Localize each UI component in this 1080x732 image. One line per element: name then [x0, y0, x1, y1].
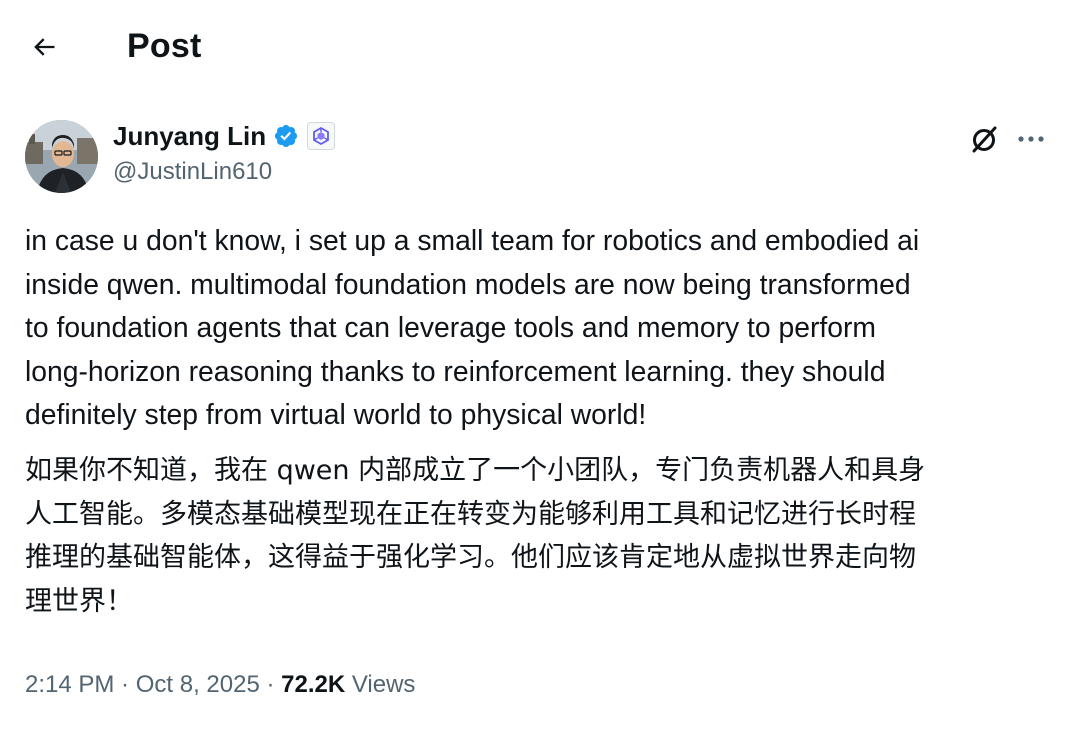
- grok-icon: [972, 126, 997, 153]
- separator: ·: [114, 671, 136, 698]
- tweet-line: definitely step from virtual world to ph…: [25, 398, 647, 430]
- display-name[interactable]: Junyang Lin: [113, 119, 266, 153]
- more-horizontal-icon: [1018, 136, 1044, 142]
- views-label: Views: [351, 671, 416, 698]
- separator: ·: [259, 671, 282, 698]
- tweet-line: in case u don't know, i set up a small t…: [25, 224, 920, 256]
- tweet-line: 如果你不知道，我在 qwen 内部成立了一个小团队，专门负责机器人和具身: [25, 455, 926, 486]
- back-button[interactable]: [22, 27, 66, 67]
- user-handle[interactable]: @JustinLin610: [113, 155, 272, 189]
- grok-button[interactable]: [967, 121, 1003, 157]
- author-block: Junyang Lin @JustinLin610: [25, 115, 1055, 195]
- tweet-text-english: in case u don't know, i set up a small t…: [25, 219, 1065, 437]
- tweet-line: long-horizon reasoning thanks to reinfor…: [25, 354, 886, 387]
- name-row: Junyang Lin: [113, 119, 336, 153]
- post-metadata: 2:14 PM · Oct 8, 2025 · 72.2K Views: [25, 667, 415, 703]
- views-count[interactable]: 72.2K: [281, 671, 345, 698]
- tweet-text-chinese: 如果你不知道，我在 qwen 内部成立了一个小团队，专门负责机器人和具身 人工智…: [25, 449, 1065, 623]
- tweet-line: 人工智能。多模态基础模型现在正在转变为能够利用工具和记忆进行长时程: [25, 498, 916, 530]
- verified-badge-icon[interactable]: [273, 123, 299, 149]
- top-bar: Post: [0, 0, 1080, 94]
- more-button[interactable]: [1011, 121, 1051, 157]
- tweet-line: 理世界！: [25, 585, 133, 617]
- page-title: Post: [127, 27, 202, 65]
- tweet-line: inside qwen. multimodal foundation model…: [25, 267, 911, 300]
- tweet-line: to foundation agents that can leverage t…: [25, 311, 876, 343]
- post-date[interactable]: Oct 8, 2025: [136, 671, 260, 698]
- post-time[interactable]: 2:14 PM: [25, 671, 114, 698]
- avatar-image: [25, 120, 98, 193]
- arrow-left-icon: [34, 38, 55, 56]
- tweet-line: 推理的基础智能体，这得益于强化学习。他们应该肯定地从虚拟世界走向物: [25, 542, 916, 573]
- qwen-affiliation-icon[interactable]: [307, 122, 336, 150]
- avatar[interactable]: [25, 120, 98, 193]
